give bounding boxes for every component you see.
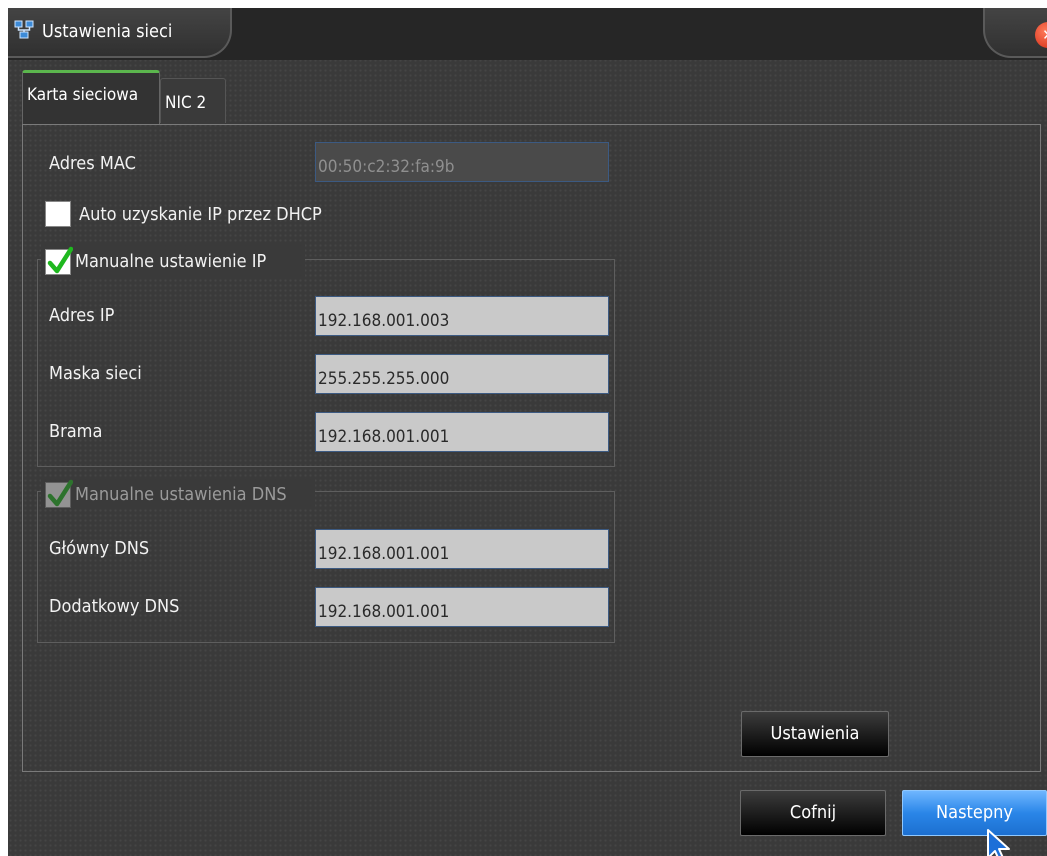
primary-dns-field[interactable]: [315, 529, 609, 569]
tab-karta-sieciowa[interactable]: Karta sieciowa: [22, 70, 160, 125]
manual-ip-checkbox[interactable]: [45, 246, 73, 275]
back-button[interactable]: Cofnij: [740, 790, 886, 836]
secondary-dns-field[interactable]: [315, 587, 609, 627]
network-icon: [14, 20, 34, 40]
ip-address-field[interactable]: [315, 296, 609, 336]
subnet-mask-field[interactable]: [315, 354, 609, 394]
checkmark-icon: [47, 246, 73, 274]
gateway-label: Brama: [49, 421, 103, 442]
dhcp-checkbox[interactable]: [45, 201, 71, 227]
mac-address-field: [315, 142, 609, 182]
tab-content-panel: Adres MAC Auto uzyskanie IP przez DHCP M…: [22, 124, 1041, 772]
tab-nic-2[interactable]: NIC 2: [160, 78, 226, 123]
network-settings-window: Ustawienia sieci ✕ Karta sieciowa NIC 2 …: [8, 8, 1047, 856]
close-icon: ✕: [1042, 26, 1047, 44]
mac-label: Adres MAC: [49, 153, 136, 174]
manual-ip-label: Manualne ustawienie IP: [75, 251, 267, 272]
title-tab: Ustawienia sieci: [8, 8, 232, 58]
manual-dns-checkbox: [45, 479, 73, 508]
mouse-cursor-icon: [987, 829, 1010, 856]
secondary-dns-label: Dodatkowy DNS: [49, 596, 180, 617]
subnet-mask-label: Maska sieci: [49, 363, 142, 384]
next-button[interactable]: Nastepny: [902, 790, 1047, 836]
window-title: Ustawienia sieci: [42, 21, 173, 42]
tab-label: Karta sieciowa: [27, 85, 139, 105]
gateway-field[interactable]: [315, 412, 609, 452]
primary-dns-label: Główny DNS: [49, 538, 150, 559]
settings-button[interactable]: Ustawienia: [741, 711, 889, 757]
manual-dns-label: Manualne ustawienia DNS: [75, 484, 287, 505]
title-bar: Ustawienia sieci ✕: [8, 8, 1047, 60]
tab-label: NIC 2: [165, 93, 207, 113]
ip-address-label: Adres IP: [49, 305, 115, 326]
dhcp-label: Auto uzyskanie IP przez DHCP: [79, 204, 322, 225]
checkmark-icon: [47, 479, 73, 507]
